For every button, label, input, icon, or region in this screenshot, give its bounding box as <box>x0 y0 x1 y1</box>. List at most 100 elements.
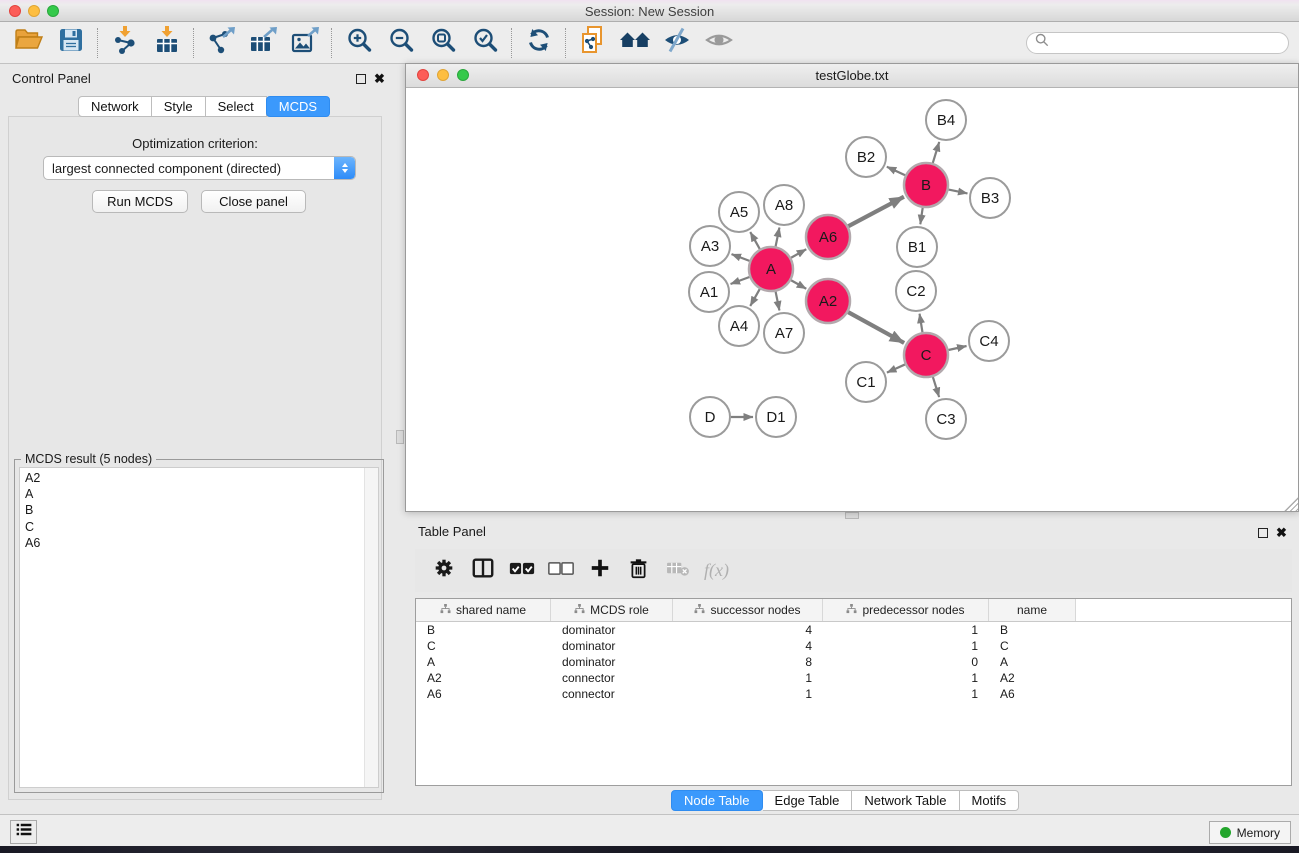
table-cell[interactable]: A6 <box>989 686 1076 702</box>
table-cell[interactable]: connector <box>551 670 673 686</box>
close-panel-button[interactable]: Close panel <box>201 190 306 213</box>
zoom-fit-button[interactable] <box>422 25 464 61</box>
graph-edge-C-C1[interactable] <box>887 364 905 372</box>
mcds-result-item[interactable]: A2 <box>20 470 378 486</box>
graph-edge-C-C4[interactable] <box>948 346 966 350</box>
criterion-select[interactable]: largest connected component (directed) <box>43 156 356 180</box>
graph-edge-A-A2[interactable] <box>791 280 806 289</box>
import-network-button[interactable] <box>104 25 146 61</box>
graph-node-A8[interactable]: A8 <box>764 185 804 225</box>
graph-node-C4[interactable]: C4 <box>969 321 1009 361</box>
export-image-button[interactable] <box>284 25 326 61</box>
table-cell[interactable]: A6 <box>416 686 551 702</box>
table-cell[interactable]: 1 <box>823 670 989 686</box>
table-cell[interactable]: A2 <box>989 670 1076 686</box>
tab-mcds[interactable]: MCDS <box>266 96 330 117</box>
clone-network-button[interactable] <box>572 25 614 61</box>
tab-motifs[interactable]: Motifs <box>960 790 1020 811</box>
close-table-panel-button[interactable]: ✖ <box>1276 527 1287 539</box>
table-cell[interactable]: A <box>416 654 551 670</box>
graph-node-D1[interactable]: D1 <box>756 397 796 437</box>
table-cell[interactable]: A2 <box>416 670 551 686</box>
show-columns-button[interactable] <box>464 553 501 589</box>
delete-row-button[interactable] <box>620 553 657 589</box>
table-cell[interactable]: dominator <box>551 638 673 654</box>
table-cell[interactable]: B <box>989 622 1076 638</box>
table-row[interactable]: Bdominator41B <box>416 622 1291 638</box>
table-cell[interactable]: connector <box>551 686 673 702</box>
graph-node-A2[interactable]: A2 <box>806 279 850 323</box>
add-row-button[interactable] <box>581 553 618 589</box>
graph-node-A4[interactable]: A4 <box>719 306 759 346</box>
import-table-button[interactable] <box>146 25 188 61</box>
horizontal-splitter-grip[interactable] <box>845 512 859 519</box>
table-row[interactable]: Cdominator41C <box>416 638 1291 654</box>
show-all-button[interactable] <box>698 25 740 61</box>
mcds-result-item[interactable]: A6 <box>20 535 378 551</box>
tab-network-table[interactable]: Network Table <box>852 790 959 811</box>
table-cell[interactable]: 1 <box>823 686 989 702</box>
close-panel-icon-button[interactable]: ✖ <box>374 73 385 85</box>
graph-node-B3[interactable]: B3 <box>970 178 1010 218</box>
vertical-splitter-grip[interactable] <box>396 430 404 444</box>
search-box[interactable] <box>1026 32 1289 54</box>
table-cell[interactable]: 4 <box>673 638 823 654</box>
memory-button[interactable]: Memory <box>1209 821 1291 844</box>
settings-gear-button[interactable] <box>425 553 462 589</box>
export-network-button[interactable] <box>200 25 242 61</box>
run-mcds-button[interactable]: Run MCDS <box>92 190 188 213</box>
network-canvas[interactable]: B4B2BB3A5A8A6B1A3AC2A1A2A4A7C4CC1DD1C3 <box>406 88 1298 511</box>
graph-node-A3[interactable]: A3 <box>690 226 730 266</box>
export-table-button[interactable] <box>242 25 284 61</box>
graph-node-A[interactable]: A <box>749 247 793 291</box>
column-header-successor-nodes[interactable]: successor nodes <box>673 599 823 621</box>
graph-edge-A-A1[interactable] <box>731 277 750 284</box>
graph-edge-B-B1[interactable] <box>920 208 922 224</box>
graph-edge-C-C3[interactable] <box>933 377 939 397</box>
mcds-result-item[interactable]: B <box>20 502 378 518</box>
table-row[interactable]: A6connector11A6 <box>416 686 1291 702</box>
tab-edge-table[interactable]: Edge Table <box>763 790 853 811</box>
save-session-button[interactable] <box>50 25 92 61</box>
refresh-button[interactable] <box>518 25 560 61</box>
graph-node-A7[interactable]: A7 <box>764 313 804 353</box>
graph-edge-A-A7[interactable] <box>776 292 780 311</box>
table-cell[interactable]: 1 <box>823 622 989 638</box>
graph-node-C3[interactable]: C3 <box>926 399 966 439</box>
tab-style[interactable]: Style <box>152 96 206 117</box>
graph-node-A1[interactable]: A1 <box>689 272 729 312</box>
float-panel-button[interactable] <box>356 74 366 84</box>
select-all-button[interactable] <box>503 553 540 589</box>
table-cell[interactable]: 1 <box>673 670 823 686</box>
table-cell[interactable]: 0 <box>823 654 989 670</box>
tab-select[interactable]: Select <box>206 96 267 117</box>
search-input[interactable] <box>1054 35 1280 51</box>
graph-edge-A-A3[interactable] <box>732 254 750 261</box>
mcds-result-item[interactable]: C <box>20 519 378 535</box>
table-cell[interactable]: A <box>989 654 1076 670</box>
graph-edge-A2-C[interactable] <box>848 312 904 343</box>
table-cell[interactable]: C <box>989 638 1076 654</box>
table-cell[interactable]: 8 <box>673 654 823 670</box>
table-cell[interactable]: 1 <box>673 686 823 702</box>
float-table-panel-button[interactable] <box>1258 528 1268 538</box>
table-row[interactable]: Adominator80A <box>416 654 1291 670</box>
table-cell[interactable]: 4 <box>673 622 823 638</box>
graph-edge-B-B4[interactable] <box>933 142 939 163</box>
graph-edge-B-B2[interactable] <box>887 167 905 176</box>
home-button[interactable] <box>614 25 656 61</box>
zoom-selected-button[interactable] <box>464 25 506 61</box>
graph-node-C1[interactable]: C1 <box>846 362 886 402</box>
graph-node-A5[interactable]: A5 <box>719 192 759 232</box>
graph-edge-A-A4[interactable] <box>750 289 759 306</box>
table-cell[interactable]: dominator <box>551 622 673 638</box>
column-header-name[interactable]: name <box>989 599 1076 621</box>
table-cell[interactable]: B <box>416 622 551 638</box>
graph-edge-A-A6[interactable] <box>791 249 806 258</box>
tab-node-table[interactable]: Node Table <box>671 790 763 811</box>
table-cell[interactable]: dominator <box>551 654 673 670</box>
graph-node-B2[interactable]: B2 <box>846 137 886 177</box>
deselect-all-button[interactable] <box>542 553 579 589</box>
table-cell[interactable]: C <box>416 638 551 654</box>
graph-edge-A-A8[interactable] <box>776 228 780 247</box>
